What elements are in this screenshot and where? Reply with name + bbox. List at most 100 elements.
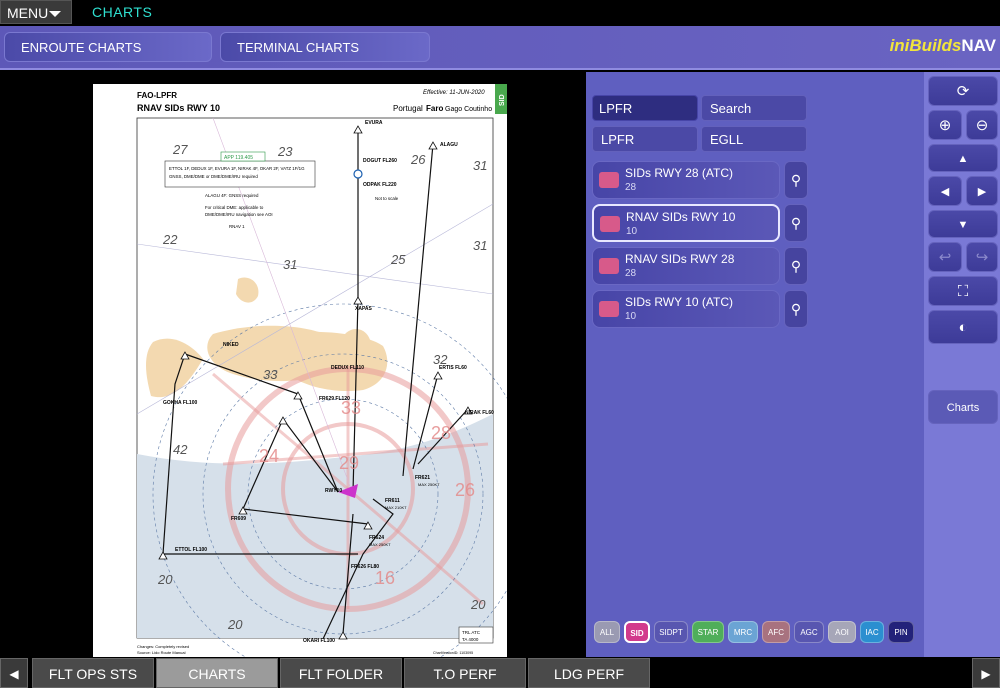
wpt-nirak: NIRAK FL60 bbox=[465, 410, 494, 416]
charts-button[interactable]: Charts bbox=[928, 390, 998, 424]
pan-up-icon[interactable]: ▲ bbox=[928, 144, 998, 172]
chart-note-3: ALAGU 4F: GNSS required bbox=[205, 193, 259, 198]
wpt-fr609: FR609 bbox=[231, 516, 246, 522]
filter-sid[interactable]: SID bbox=[624, 621, 650, 643]
chart-sheet[interactable]: FAO-LPFR RNAV SIDs RWY 10 Effective: 11-… bbox=[93, 84, 507, 659]
undo-icon[interactable]: ↩ bbox=[928, 242, 962, 272]
pan-down-icon[interactable]: ▼ bbox=[928, 210, 998, 238]
chart-note-6: RNAV 1 bbox=[229, 224, 245, 229]
chart-ta: TA 4000 bbox=[462, 637, 479, 642]
wpt-fr611: FR611 bbox=[385, 498, 400, 504]
chart-title: RNAV SIDs RWY 10 bbox=[137, 103, 220, 113]
contrast-icon[interactable]: ◐ bbox=[928, 310, 998, 344]
chart-city: Faro bbox=[426, 104, 443, 113]
tab-to-perf[interactable]: T.O PERF bbox=[404, 658, 526, 688]
procedure-item-selected[interactable]: RNAV SIDs RWY 10 10 bbox=[592, 204, 780, 242]
fr621-note: MAX 250KT bbox=[418, 482, 440, 487]
menu-label: MENU bbox=[7, 5, 49, 21]
pan-right-icon[interactable]: ▶ bbox=[966, 176, 998, 206]
sector-19: 20 bbox=[227, 617, 243, 632]
pin-icon[interactable]: ⚲ bbox=[784, 247, 808, 285]
msa-16: 16 bbox=[375, 568, 395, 588]
pin-icon[interactable]: ⚲ bbox=[784, 161, 808, 199]
chart-country: Portugal bbox=[393, 104, 423, 113]
chart-footer-2: Source: Lido Route Manual bbox=[137, 650, 186, 655]
chart-footer-1: Changes: Completely revised bbox=[137, 644, 189, 649]
msa-24: 24 bbox=[259, 446, 279, 466]
app-root: MENU CHARTS ENROUTE CHARTS TERMINAL CHAR… bbox=[0, 0, 1000, 688]
chart-place: Gago Coutinho bbox=[445, 106, 492, 113]
wpt-alagu: ALAGU bbox=[440, 142, 458, 148]
bottom-nav: ◀ FLT OPS STS CHARTS FLT FOLDER T.O PERF… bbox=[0, 657, 1000, 688]
procedure-runway: 10 bbox=[626, 226, 638, 237]
chevron-down-icon bbox=[49, 11, 61, 17]
scroll-right-icon[interactable]: ▶ bbox=[972, 658, 1000, 688]
procedure-item[interactable]: SIDs RWY 28 (ATC) 28 bbox=[592, 161, 780, 199]
page-title: CHARTS bbox=[92, 4, 153, 20]
wpt-evura: EVURA bbox=[365, 120, 383, 126]
search-button[interactable]: Search bbox=[701, 95, 807, 121]
scroll-left-icon[interactable]: ◀ bbox=[0, 658, 28, 688]
menu-button[interactable]: MENU bbox=[0, 0, 72, 24]
procedure-item[interactable]: RNAV SIDs RWY 28 28 bbox=[592, 247, 780, 285]
tab-ldg-perf[interactable]: LDG PERF bbox=[528, 658, 650, 688]
filter-pin[interactable]: PIN bbox=[888, 621, 914, 643]
procedure-color-swatch bbox=[599, 172, 619, 188]
msa-26: 26 bbox=[455, 480, 475, 500]
filter-all[interactable]: ALL bbox=[594, 621, 620, 643]
chart-airport: FAO-LPFR bbox=[137, 91, 177, 100]
refresh-icon[interactable]: ⟳ bbox=[928, 76, 998, 106]
chart-list-panel: LPFR Search LPFR EGLL SIDs RWY 28 (ATC) … bbox=[586, 72, 924, 657]
tab-charts[interactable]: CHARTS bbox=[156, 658, 278, 688]
wpt-niked: NIKED bbox=[223, 342, 239, 348]
chart-note-5: DME/DME/IRU navigation see AOI bbox=[205, 212, 273, 217]
procedure-name: RNAV SIDs RWY 28 bbox=[625, 252, 735, 266]
chart-note-4: For critical DME: applicable to bbox=[205, 205, 264, 210]
chart-app-label: APP 119.405 bbox=[224, 155, 253, 161]
procedure-item[interactable]: SIDs RWY 10 (ATC) 10 bbox=[592, 290, 780, 328]
fit-screen-icon[interactable]: ⛶ bbox=[928, 276, 998, 306]
tab-flt-ops-sts[interactable]: FLT OPS STS bbox=[32, 658, 154, 688]
filter-iac[interactable]: IAC bbox=[860, 621, 884, 643]
tab-flt-folder[interactable]: FLT FOLDER bbox=[280, 658, 402, 688]
sector-2: 23 bbox=[277, 144, 293, 159]
tab-enroute-charts[interactable]: ENROUTE CHARTS bbox=[4, 32, 212, 62]
chart-viewer[interactable]: FAO-LPFR RNAV SIDs RWY 10 Effective: 11-… bbox=[0, 72, 586, 659]
filter-mrc[interactable]: MRC bbox=[728, 621, 758, 643]
pan-left-icon[interactable]: ◀ bbox=[928, 176, 962, 206]
msa-33: 33 bbox=[341, 398, 361, 418]
chart-footer-3: ChartVersionID: 1103095 bbox=[433, 651, 473, 655]
airport-tab-egll[interactable]: EGLL bbox=[701, 126, 807, 152]
wpt-dedux: DEDUX FL110 bbox=[331, 365, 364, 371]
wpt-ettol: ETTOL FL100 bbox=[175, 547, 207, 553]
pin-icon[interactable]: ⚲ bbox=[784, 204, 808, 242]
chart-drawing: FAO-LPFR RNAV SIDs RWY 10 Effective: 11-… bbox=[136, 84, 507, 659]
fr611-note: MAX 210KT bbox=[385, 505, 407, 510]
procedure-name: SIDs RWY 28 (ATC) bbox=[625, 166, 734, 180]
chart-note-2: GNSS, DME/DME or DME/DME/IRU required bbox=[169, 174, 258, 179]
filter-star[interactable]: STAR bbox=[692, 621, 724, 643]
msa-28: 28 bbox=[431, 423, 451, 443]
redo-icon[interactable]: ↪ bbox=[966, 242, 998, 272]
sector-4: 31 bbox=[473, 158, 487, 173]
chart-sid-tab: SID bbox=[499, 94, 506, 106]
brand-prefix: iniBuilds bbox=[889, 36, 962, 55]
procedure-name: SIDs RWY 10 (ATC) bbox=[625, 295, 734, 309]
wpt-odpak: ODPAK FL220 bbox=[363, 182, 397, 188]
filter-agc[interactable]: AGC bbox=[794, 621, 824, 643]
airport-search-input[interactable]: LPFR bbox=[592, 95, 698, 121]
tab-terminal-charts[interactable]: TERMINAL CHARTS bbox=[220, 32, 430, 62]
filter-aoi[interactable]: AOI bbox=[828, 621, 856, 643]
viewer-tools: ⟳ ⊕ ⊖ ▲ ◀ ▶ ▼ ↩ ↪ ⛶ ◐ Charts bbox=[924, 72, 1000, 657]
procedure-color-swatch bbox=[599, 258, 619, 274]
chart-trl: TRL ATC bbox=[462, 630, 481, 635]
zoom-out-icon[interactable]: ⊖ bbox=[966, 110, 998, 140]
filter-afc[interactable]: AFC bbox=[762, 621, 790, 643]
wpt-rwy10: RWY10 bbox=[325, 488, 342, 494]
procedure-color-swatch bbox=[600, 216, 620, 232]
zoom-in-icon[interactable]: ⊕ bbox=[928, 110, 962, 140]
procedure-runway: 10 bbox=[625, 311, 637, 322]
airport-tab-lpfr[interactable]: LPFR bbox=[592, 126, 698, 152]
filter-sidpt[interactable]: SIDPT bbox=[654, 621, 688, 643]
pin-icon[interactable]: ⚲ bbox=[784, 290, 808, 328]
